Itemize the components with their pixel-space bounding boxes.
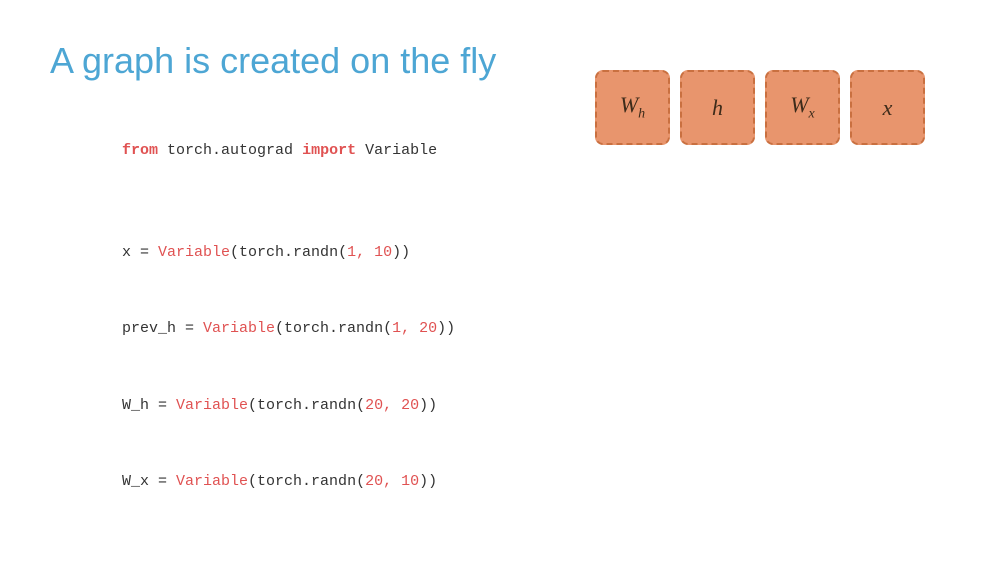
code-text: torch.autograd bbox=[158, 142, 302, 159]
code-line-blank bbox=[50, 189, 570, 215]
code-block: from torch.autograd import Variable x = … bbox=[50, 112, 570, 520]
code-num1: 1, 10 bbox=[347, 244, 392, 261]
code-var-wh: W_h = bbox=[122, 397, 176, 414]
code-args: (torch.randn( bbox=[230, 244, 347, 261]
code-var-x: x = bbox=[122, 244, 158, 261]
right-panel: Wh h Wx x bbox=[570, 40, 950, 522]
code-args3: (torch.randn( bbox=[248, 397, 365, 414]
code-args4: (torch.randn( bbox=[248, 473, 365, 490]
box-wh: Wh bbox=[595, 70, 670, 145]
code-var-prevh: prev_h = bbox=[122, 320, 203, 337]
code-num4: 20, 10 bbox=[365, 473, 419, 490]
code-text-2: Variable bbox=[356, 142, 437, 159]
code-close3: )) bbox=[419, 397, 437, 414]
box-x: x bbox=[850, 70, 925, 145]
main-container: A graph is created on the fly from torch… bbox=[0, 0, 1000, 562]
left-panel: A graph is created on the fly from torch… bbox=[50, 40, 570, 522]
code-line-6: W_x = Variable(torch.randn(20, 10)) bbox=[50, 444, 570, 521]
slide-title: A graph is created on the fly bbox=[50, 40, 570, 82]
code-args2: (torch.randn( bbox=[275, 320, 392, 337]
code-close: )) bbox=[392, 244, 410, 261]
code-line-5: W_h = Variable(torch.randn(20, 20)) bbox=[50, 367, 570, 444]
code-fn: Variable bbox=[158, 244, 230, 261]
code-line-4: prev_h = Variable(torch.randn(1, 20)) bbox=[50, 291, 570, 368]
code-close2: )) bbox=[437, 320, 455, 337]
box-h: h bbox=[680, 70, 755, 145]
box-wh-label: Wh bbox=[620, 92, 645, 122]
code-line-1: from torch.autograd import Variable bbox=[50, 112, 570, 189]
code-fn4: Variable bbox=[176, 473, 248, 490]
code-close4: )) bbox=[419, 473, 437, 490]
box-wh-sub: h bbox=[638, 107, 645, 122]
code-fn2: Variable bbox=[203, 320, 275, 337]
keyword-import: import bbox=[302, 142, 356, 159]
box-wx-label: Wx bbox=[790, 92, 815, 122]
box-wx-sub: x bbox=[809, 107, 815, 122]
code-var-wx: W_x = bbox=[122, 473, 176, 490]
code-fn3: Variable bbox=[176, 397, 248, 414]
code-num3: 20, 20 bbox=[365, 397, 419, 414]
code-num2: 1, 20 bbox=[392, 320, 437, 337]
box-x-label: x bbox=[883, 95, 893, 121]
code-line-3: x = Variable(torch.randn(1, 10)) bbox=[50, 214, 570, 291]
keyword-from: from bbox=[122, 142, 158, 159]
box-wx: Wx bbox=[765, 70, 840, 145]
box-h-label: h bbox=[712, 95, 723, 121]
